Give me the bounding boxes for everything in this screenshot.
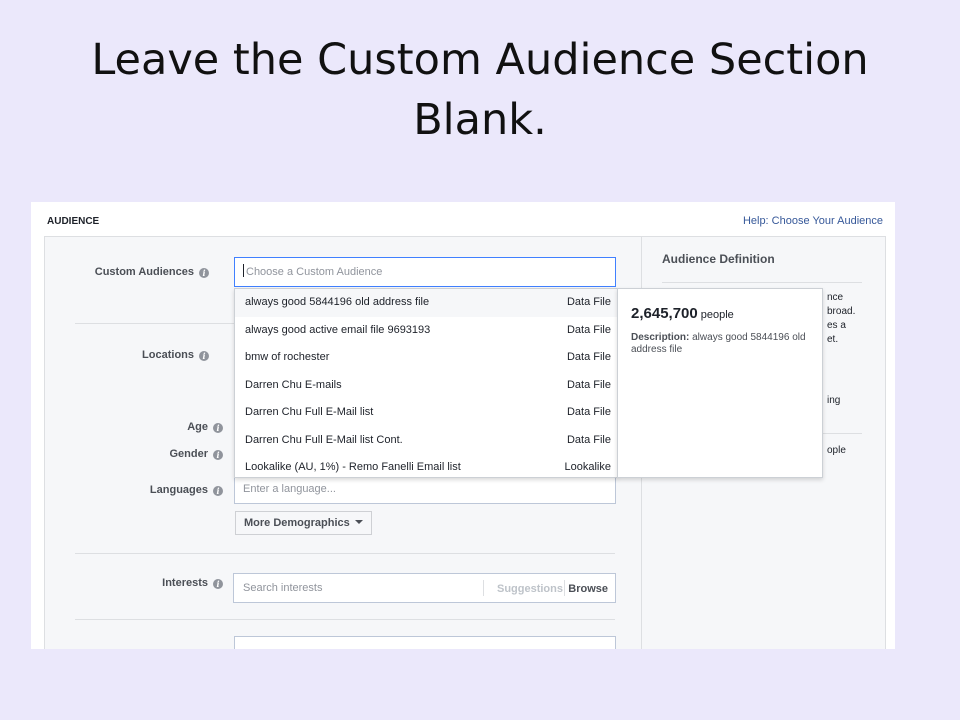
more-demographics-label: More Demographics [244,517,350,529]
definition-text: broad. [827,306,856,317]
custom-audiences-label: Custom Audiences i [59,266,209,278]
age-label-text: Age [187,421,208,433]
chevron-down-icon [354,520,363,524]
more-demographics-button[interactable]: More Demographics [235,511,372,535]
row-divider [75,619,615,620]
dropdown-item[interactable]: Lookalike (AU, 1%) - Remo Fanelli Email … [235,454,617,482]
audience-definition-title: Audience Definition [662,252,775,266]
custom-audiences-placeholder: Choose a Custom Audience [246,266,383,278]
audience-size: 2,645,700 people [631,305,734,322]
dropdown-item[interactable]: always good 5844196 old address file Dat… [235,289,617,317]
audience-size-tooltip: 2,645,700 people Description: always good… [617,288,823,478]
dropdown-item-type: Data File [566,406,611,418]
definition-text: et. [827,334,839,345]
dropdown-item-type: Data File [566,433,611,446]
definition-text: ing [827,395,841,406]
text-caret [243,264,244,277]
audience-description: Description: always good 5844196 old add… [631,332,811,356]
custom-audiences-label-text: Custom Audiences [94,266,194,278]
dropdown-item-name: Darren Chu E-mails [245,378,342,391]
dropdown-item-type: Data File [566,378,611,391]
interests-label: Interests i [73,577,223,589]
behaviors-input[interactable] [234,636,616,649]
audience-section-header: AUDIENCE [47,216,100,227]
info-icon[interactable]: i [213,486,223,496]
description-label: Description: [631,332,690,343]
definition-text: es a [827,320,846,331]
interests-placeholder: Search interests [243,582,323,594]
divider [483,580,484,596]
dropdown-item-type: Lookalike [564,461,611,473]
dropdown-item[interactable]: Darren Chu Full E-Mail list Data File [235,399,617,427]
divider [564,580,565,596]
info-icon[interactable]: i [213,450,223,460]
interests-input[interactable]: Search interests Suggestions Browse [233,573,616,603]
definition-text: nce [827,292,844,303]
locations-label-text: Locations [142,349,194,361]
row-divider [75,553,615,554]
help-link[interactable]: Help: Choose Your Audience [743,215,883,227]
dropdown-item[interactable]: Darren Chu E-mails Data File [235,372,617,400]
audience-size-unit: people [700,309,734,321]
info-icon[interactable]: i [213,579,223,589]
definition-divider [662,282,862,283]
custom-audience-dropdown: always good 5844196 old address file Dat… [234,288,618,478]
ads-manager-screenshot: AUDIENCE Help: Choose Your Audience Cust… [31,202,895,649]
definition-text: ople [827,445,846,456]
info-icon[interactable]: i [199,268,209,278]
slide-title-line-1: Leave the Custom Audience Section [91,35,869,85]
languages-placeholder: Enter a language... [243,483,336,495]
languages-label: Languages i [73,484,223,496]
languages-label-text: Languages [149,484,208,496]
dropdown-item-name: always good active email file 9693193 [245,323,431,336]
browse-button[interactable]: Browse [568,583,608,595]
slide-title-line-2: Blank. [413,95,547,145]
info-icon[interactable]: i [213,423,223,433]
info-icon[interactable]: i [199,351,209,361]
dropdown-item-name: Darren Chu Full E-Mail list Cont. [245,433,403,446]
dropdown-item-name: Lookalike (AU, 1%) - Remo Fanelli Email … [245,461,461,473]
gender-label: Gender i [73,448,223,460]
dropdown-item[interactable]: bmw of rochester Data File [235,344,617,372]
gender-label-text: Gender [169,448,208,460]
custom-audiences-input[interactable]: Choose a Custom Audience [234,257,616,287]
interests-label-text: Interests [162,577,208,589]
dropdown-item-type: Data File [566,351,611,363]
dropdown-item[interactable]: Darren Chu Full E-Mail list Cont. Data F… [235,427,617,455]
dropdown-item[interactable]: always good active email file 9693193 Da… [235,317,617,345]
age-label: Age i [73,421,223,433]
dropdown-item-name: always good 5844196 old address file [245,296,430,308]
dropdown-item-name: Darren Chu Full E-Mail list [245,406,374,418]
locations-label: Locations i [59,349,209,361]
dropdown-item-name: bmw of rochester [245,351,330,363]
dropdown-item-type: Data File [566,323,611,336]
dropdown-item-type: Data File [566,296,611,308]
audience-size-value: 2,645,700 [631,305,698,322]
slide-title: Leave the Custom Audience Section Blank. [0,30,960,150]
suggestions-button[interactable]: Suggestions [497,583,563,595]
